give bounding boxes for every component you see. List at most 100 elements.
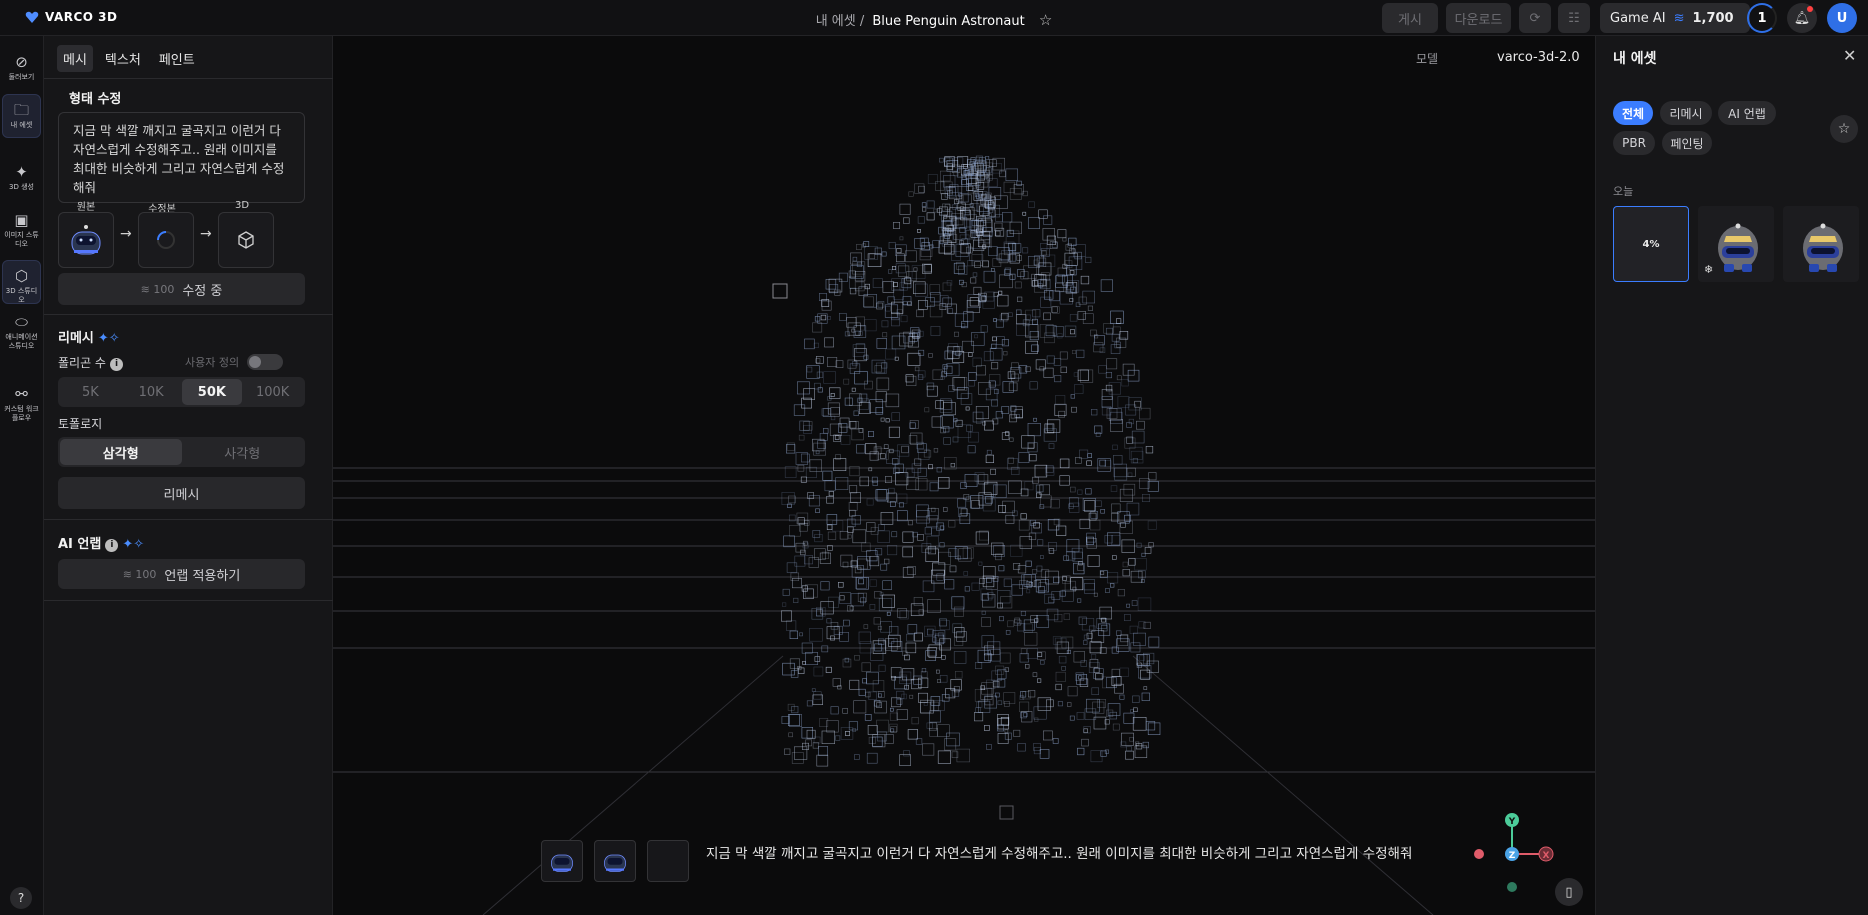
- filter-pbr[interactable]: PBR: [1613, 131, 1655, 155]
- original-thumbnail[interactable]: [58, 212, 114, 268]
- shape-edit-prompt[interactable]: 지금 막 색깔 깨지고 굴곡지고 이런거 다 자연스럽게 수정해주고.. 원래 …: [58, 112, 305, 203]
- filter-painting[interactable]: 페인팅: [1662, 131, 1712, 155]
- result-label: 3D: [234, 200, 250, 211]
- rail-explore-label: 둘러보기: [8, 73, 35, 81]
- favorite-filter-button[interactable]: ☆: [1830, 115, 1858, 143]
- publish-button[interactable]: 게시: [1382, 3, 1438, 33]
- penguin-robot-icon: [604, 854, 626, 872]
- mouse-controls-icon[interactable]: ▯: [1555, 878, 1583, 906]
- close-icon[interactable]: ✕: [1843, 46, 1856, 65]
- penguin-robot-icon: [71, 225, 101, 255]
- remesh-title-text: 리메시: [58, 331, 94, 346]
- tab-mesh[interactable]: 메시: [57, 45, 93, 72]
- publish-label: 게시: [1398, 12, 1422, 28]
- filter-remesh[interactable]: 리메시: [1660, 101, 1712, 125]
- download-button[interactable]: 다운로드: [1446, 3, 1511, 33]
- settings-button[interactable]: ☷: [1558, 3, 1590, 33]
- toggle-switch[interactable]: [247, 354, 284, 370]
- penguin-robot-icon: [551, 854, 573, 872]
- prompt-image-thumbnail-1[interactable]: [541, 840, 583, 882]
- arrow-right-icon-2: →: [200, 226, 212, 242]
- polygon-100k[interactable]: 100K: [242, 379, 303, 405]
- coin-icon: ≋: [1673, 10, 1685, 26]
- shape-edit-title: 형태 수정: [69, 92, 122, 107]
- topology-triangle[interactable]: 삼각형: [60, 439, 182, 465]
- remesh-button[interactable]: 리메시: [58, 477, 305, 509]
- tab-paint[interactable]: 페인트: [153, 45, 201, 72]
- divider: [44, 78, 333, 79]
- axis-y-label: Y: [1508, 817, 1516, 827]
- rail-custom-workflow-label: 커스텀 워크플로우: [4, 405, 39, 422]
- avatar[interactable]: U: [1827, 3, 1857, 33]
- tab-texture[interactable]: 텍스처: [99, 45, 147, 72]
- asset-card-2[interactable]: [1783, 206, 1859, 282]
- plan-credits[interactable]: Game AI ≋ 1,700: [1600, 3, 1750, 33]
- custom-label: 사용자 정의: [185, 356, 240, 369]
- notification-button[interactable]: 🔔︎: [1787, 3, 1817, 33]
- bell-icon: 🔔︎: [1793, 10, 1811, 26]
- rail-animation-studio[interactable]: ⬭ 애니메이션 스튜디오: [2, 314, 41, 351]
- asset-card[interactable]: ❄: [1698, 206, 1774, 282]
- apply-unwrap-button[interactable]: ≋ 100 언랩 적용하기: [58, 559, 305, 589]
- unwrap-cost-label: ≋ 100: [122, 567, 157, 581]
- edited-thumbnail: [138, 212, 194, 268]
- left-rail: ⊘ 둘러보기 🗀 내 에셋 ✦ 3D 생성 ▣ 이미지 스튜디오 ⬡ 3D 스튜…: [0, 36, 44, 915]
- prompt-image-thumbnail-2[interactable]: [594, 840, 636, 882]
- prompt-image-thumbnail-empty[interactable]: [647, 840, 689, 882]
- model-value[interactable]: varco-3d-2.0: [1497, 50, 1580, 65]
- polygon-50k[interactable]: 50K: [181, 379, 243, 405]
- polygon-options: 5K 10K 50K 100K: [58, 377, 305, 407]
- refresh-button[interactable]: ⟳: [1519, 3, 1551, 33]
- info-icon-2[interactable]: i: [105, 539, 119, 552]
- sliders-icon: ☷: [1568, 10, 1580, 26]
- 3d-viewport[interactable]: [333, 36, 1595, 915]
- voxel-mesh-preview: [333, 155, 1595, 915]
- divider-2: [44, 314, 333, 315]
- topology-quad[interactable]: 사각형: [182, 439, 304, 465]
- help-button[interactable]: ?: [10, 887, 32, 909]
- image-icon: ▣: [14, 211, 29, 229]
- compass-icon: ⊘: [15, 53, 28, 71]
- polygon-5k[interactable]: 5K: [60, 379, 121, 405]
- pill-icon: ⬭: [15, 313, 28, 331]
- info-icon[interactable]: i: [109, 358, 123, 371]
- cube-icon: ⬡: [14, 267, 29, 285]
- shape-edit-cost: 100: [153, 282, 175, 296]
- remesh-button-label: 리메시: [163, 487, 200, 503]
- credits-value: 1,700: [1692, 10, 1734, 26]
- snowflake-icon: ❄: [1704, 263, 1714, 276]
- task-counter[interactable]: 1: [1747, 3, 1777, 33]
- custom-polygon-toggle[interactable]: 사용자 정의: [185, 354, 284, 370]
- rail-3d-generate[interactable]: ✦ 3D 생성: [2, 164, 41, 192]
- notification-dot: [1807, 6, 1813, 12]
- rail-custom-workflow[interactable]: ⚯ 커스텀 워크플로우: [2, 386, 41, 423]
- top-bar: VARCO 3D 내 에셋 / Blue Penguin Astronaut ☆…: [0, 0, 1868, 36]
- sparkle-icon: ✦: [15, 163, 28, 181]
- star-icon[interactable]: ☆: [1039, 11, 1052, 29]
- breadcrumb-parent[interactable]: 내 에셋 /: [816, 14, 865, 29]
- avatar-letter: U: [1836, 10, 1848, 26]
- asset-card-generating[interactable]: 4%: [1613, 206, 1689, 282]
- asset-title: Blue Penguin Astronaut: [872, 14, 1025, 29]
- folder-icon: 🗀: [13, 101, 29, 119]
- sparkle-icon: ✦✧: [97, 331, 120, 346]
- topology-options: 삼각형 사각형: [58, 437, 305, 467]
- rail-animation-studio-label: 애니메이션 스튜디오: [5, 333, 38, 350]
- rail-3d-generate-label: 3D 생성: [9, 183, 34, 191]
- polygon-10k[interactable]: 10K: [121, 379, 182, 405]
- rail-explore[interactable]: ⊘ 둘러보기: [2, 54, 41, 82]
- rail-3d-studio[interactable]: ⬡ 3D 스튜디오: [2, 260, 41, 304]
- rail-image-studio-label: 이미지 스튜디오: [4, 231, 39, 248]
- original-label: 원본: [76, 202, 96, 213]
- shape-edit-status-button: ≋ 100 수정 중: [58, 273, 305, 305]
- arrow-right-icon: →: [120, 226, 132, 242]
- filter-ai-unwrap[interactable]: AI 언랩: [1718, 101, 1776, 125]
- cube-outline-icon: [238, 231, 254, 249]
- apply-unwrap-label: 언랩 적용하기: [164, 568, 241, 584]
- axis-z-label: Z: [1509, 851, 1516, 861]
- penguin-astronaut-thumbnail-2: [1803, 223, 1843, 272]
- shape-edit-status: 수정 중: [182, 283, 223, 299]
- filter-all[interactable]: 전체: [1613, 101, 1653, 125]
- rail-my-assets[interactable]: 🗀 내 에셋: [2, 94, 41, 138]
- rail-image-studio[interactable]: ▣ 이미지 스튜디오: [2, 212, 41, 249]
